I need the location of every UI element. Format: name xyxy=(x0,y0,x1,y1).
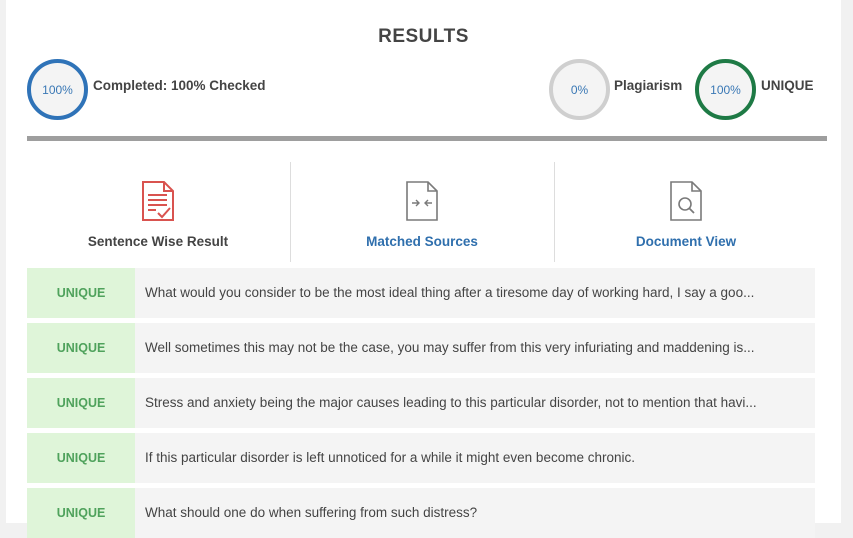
search-document-icon xyxy=(668,180,704,227)
sentence-text: What should one do when suffering from s… xyxy=(145,505,478,520)
plagiarism-percent: 0% xyxy=(570,82,589,97)
status-badge: UNIQUE xyxy=(27,488,135,538)
page-title: RESULTS xyxy=(378,26,469,47)
result-row[interactable]: UNIQUE What should one do when suffering… xyxy=(27,488,815,538)
status-badge: UNIQUE xyxy=(27,323,135,373)
results-divider xyxy=(27,136,827,141)
result-row[interactable]: UNIQUE Stress and anxiety being the majo… xyxy=(27,378,815,428)
tab-matched-sources-label: Matched Sources xyxy=(366,234,478,249)
completed-percent: 100% xyxy=(42,82,73,97)
tab-matched-sources[interactable]: Matched Sources xyxy=(291,162,553,262)
tab-document-view-label: Document View xyxy=(635,234,737,249)
result-row[interactable]: UNIQUE If this particular disorder is le… xyxy=(27,433,815,483)
completed-label: Completed: 100% Checked xyxy=(93,78,266,93)
sentence-text: Well sometimes this may not be the case,… xyxy=(145,340,755,355)
tab-sentence-wise-result[interactable]: Sentence Wise Result xyxy=(27,162,289,262)
sentence-text: Stress and anxiety being the major cause… xyxy=(145,395,757,410)
status-badge: UNIQUE xyxy=(27,433,135,483)
unique-progress-ring: 100% xyxy=(695,59,756,120)
unique-percent: 100% xyxy=(710,82,741,97)
tab-document-view[interactable]: Document View xyxy=(555,162,817,262)
plagiarism-progress-ring: 0% xyxy=(549,59,610,120)
plagiarism-label: Plagiarism xyxy=(614,78,683,93)
compare-document-icon xyxy=(404,180,440,227)
status-badge: UNIQUE xyxy=(27,378,135,428)
results-panel: RESULTS 100% Completed: 100% Checked 0% … xyxy=(6,0,841,538)
unique-label: UNIQUE xyxy=(761,78,814,93)
status-badge: UNIQUE xyxy=(27,268,135,318)
result-row[interactable]: UNIQUE What would you consider to be the… xyxy=(27,268,815,318)
sentence-text: What would you consider to be the most i… xyxy=(145,285,755,300)
result-row[interactable]: UNIQUE Well sometimes this may not be th… xyxy=(27,323,815,373)
sentence-text: If this particular disorder is left unno… xyxy=(145,450,635,465)
tab-sentence-wise-result-label: Sentence Wise Result xyxy=(87,234,229,249)
checked-document-icon xyxy=(140,180,176,227)
completed-progress-ring: 100% xyxy=(27,59,88,120)
